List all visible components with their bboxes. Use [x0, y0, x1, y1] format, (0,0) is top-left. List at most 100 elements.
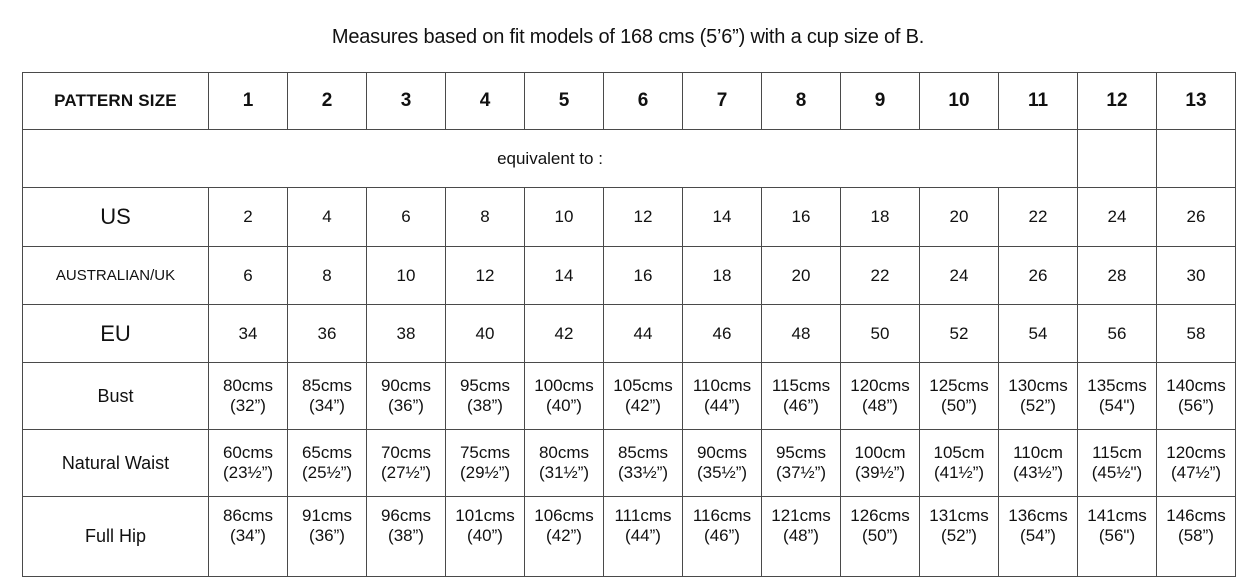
hip-inch-4: (40”): [467, 525, 503, 545]
hip-size-1: 86cms (34”): [208, 496, 288, 577]
waist-cm-2: 65cms: [301, 443, 353, 463]
equivalent-to-empty-13: [1156, 129, 1236, 188]
bust-inch-2: (34”): [309, 396, 345, 415]
waist-inch-11: (43½”): [1012, 463, 1064, 482]
aus-size-4: 12: [445, 246, 525, 305]
us-size-6: 12: [603, 187, 683, 247]
eu-size-2: 36: [287, 304, 367, 363]
waist-inch-4: (29½”): [459, 463, 511, 482]
eu-size-4: 40: [445, 304, 525, 363]
hip-size-4: 101cms (40”): [445, 496, 525, 577]
waist-cm-11: 110cm: [1013, 443, 1063, 463]
hip-size-8: 121cms (48”): [761, 496, 841, 577]
waist-size-5: 80cms (31½”): [524, 429, 604, 497]
chart-caption: Measures based on fit models of 168 cms …: [331, 26, 925, 48]
bust-inch-1: (32”): [230, 396, 266, 415]
hip-size-12: 141cms (56"): [1077, 496, 1157, 577]
us-size-1: 2: [208, 187, 288, 247]
hip-cm-3: 96cms: [380, 506, 432, 525]
hip-cm-11: 136cms: [1008, 506, 1068, 525]
us-size-11: 22: [998, 187, 1078, 247]
hip-inch-10: (52”): [941, 525, 977, 545]
hip-cm-8: 121cms: [771, 506, 831, 525]
hip-inch-13: (58”): [1178, 525, 1214, 545]
header-size-5: 5: [524, 72, 604, 130]
waist-inch-5: (31½”): [538, 463, 590, 482]
bust-size-13: 140cms (56”): [1156, 362, 1236, 430]
aus-size-1: 6: [208, 246, 288, 305]
size-chart-table-wrapper: PATTERN SIZE 1 2 3 4 5 6 7 8 9 10 11 12 …: [22, 72, 1236, 577]
bust-cm-3: 90cms: [380, 376, 432, 396]
waist-cm-3: 70cms: [380, 443, 432, 463]
row-label-full-hip: Full Hip: [22, 496, 209, 577]
bust-cm-4: 95cms: [459, 376, 511, 396]
waist-inch-8: (37½”): [775, 463, 827, 482]
eu-size-8: 48: [761, 304, 841, 363]
header-size-1: 1: [208, 72, 288, 130]
bust-inch-5: (40”): [546, 396, 582, 415]
header-size-10: 10: [919, 72, 999, 130]
bust-cm-2: 85cms: [301, 376, 353, 396]
waist-size-4: 75cms (29½”): [445, 429, 525, 497]
us-size-4: 8: [445, 187, 525, 247]
hip-cm-5: 106cms: [534, 506, 594, 525]
header-size-4: 4: [445, 72, 525, 130]
aus-size-11: 26: [998, 246, 1078, 305]
waist-size-3: 70cms (27½”): [366, 429, 446, 497]
bust-size-2: 85cms (34”): [287, 362, 367, 430]
hip-cm-4: 101cms: [455, 506, 515, 525]
bust-size-3: 90cms (36”): [366, 362, 446, 430]
header-size-7: 7: [682, 72, 762, 130]
bust-cm-11: 130cms: [1008, 376, 1068, 396]
hip-cm-1: 86cms: [222, 506, 274, 525]
row-bust: Bust 80cms (32”) 85cms (34”) 90cms (36”) 95…: [22, 362, 1236, 430]
bust-size-7: 110cms (44”): [682, 362, 762, 430]
waist-cm-9: 100cm: [854, 443, 906, 463]
bust-cm-12: 135cms: [1087, 376, 1147, 396]
row-australian-uk: AUSTRALIAN/UK 6 8 10 12 14 16 18 20 22 2…: [22, 246, 1236, 305]
us-size-8: 16: [761, 187, 841, 247]
row-natural-waist: Natural Waist 60cms (23½”) 65cms (25½”) 70…: [22, 429, 1236, 497]
waist-inch-3: (27½”): [380, 463, 432, 482]
header-row: PATTERN SIZE 1 2 3 4 5 6 7 8 9 10 11 12 …: [22, 72, 1236, 130]
row-label-natural-waist: Natural Waist: [22, 429, 209, 497]
us-size-2: 4: [287, 187, 367, 247]
bust-cm-7: 110cms: [692, 376, 752, 396]
bust-cm-1: 80cms: [222, 376, 274, 396]
bust-inch-11: (52”): [1020, 396, 1056, 415]
row-full-hip: Full Hip 86cms (34”) 91cms (36”) 96cms (38”…: [22, 496, 1236, 577]
waist-cm-5: 80cms: [538, 443, 590, 463]
waist-inch-6: (33½”): [617, 463, 669, 482]
bust-cm-13: 140cms: [1166, 376, 1226, 396]
us-size-10: 20: [919, 187, 999, 247]
bust-inch-13: (56”): [1178, 396, 1214, 415]
equivalent-to-empty-12: [1077, 129, 1157, 188]
bust-size-12: 135cms (54"): [1077, 362, 1157, 430]
hip-inch-7: (46”): [704, 525, 740, 545]
bust-size-10: 125cms (50”): [919, 362, 999, 430]
header-size-9: 9: [840, 72, 920, 130]
bust-cm-5: 100cms: [534, 376, 594, 396]
bust-size-8: 115cms (46”): [761, 362, 841, 430]
hip-size-2: 91cms (36”): [287, 496, 367, 577]
hip-inch-5: (42”): [546, 525, 582, 545]
bust-size-1: 80cms (32”): [208, 362, 288, 430]
waist-inch-7: (35½”): [696, 463, 748, 482]
hip-inch-2: (36”): [309, 525, 345, 545]
us-size-12: 24: [1077, 187, 1157, 247]
waist-size-1: 60cms (23½”): [208, 429, 288, 497]
header-size-8: 8: [761, 72, 841, 130]
waist-size-7: 90cms (35½”): [682, 429, 762, 497]
bust-cm-6: 105cms: [613, 376, 673, 396]
waist-cm-12: 115cm: [1092, 443, 1142, 463]
hip-cm-7: 116cms: [692, 506, 752, 525]
row-us: US 2 4 6 8 10 12 14 16 18 20 22 24 26: [22, 187, 1236, 247]
hip-inch-8: (48”): [783, 525, 819, 545]
eu-size-9: 50: [840, 304, 920, 363]
hip-inch-3: (38”): [388, 525, 424, 545]
bust-size-5: 100cms (40”): [524, 362, 604, 430]
eu-size-3: 38: [366, 304, 446, 363]
header-size-12: 12: [1077, 72, 1157, 130]
waist-cm-13: 120cms: [1166, 443, 1226, 463]
table-body: PATTERN SIZE 1 2 3 4 5 6 7 8 9 10 11 12 …: [22, 72, 1236, 577]
